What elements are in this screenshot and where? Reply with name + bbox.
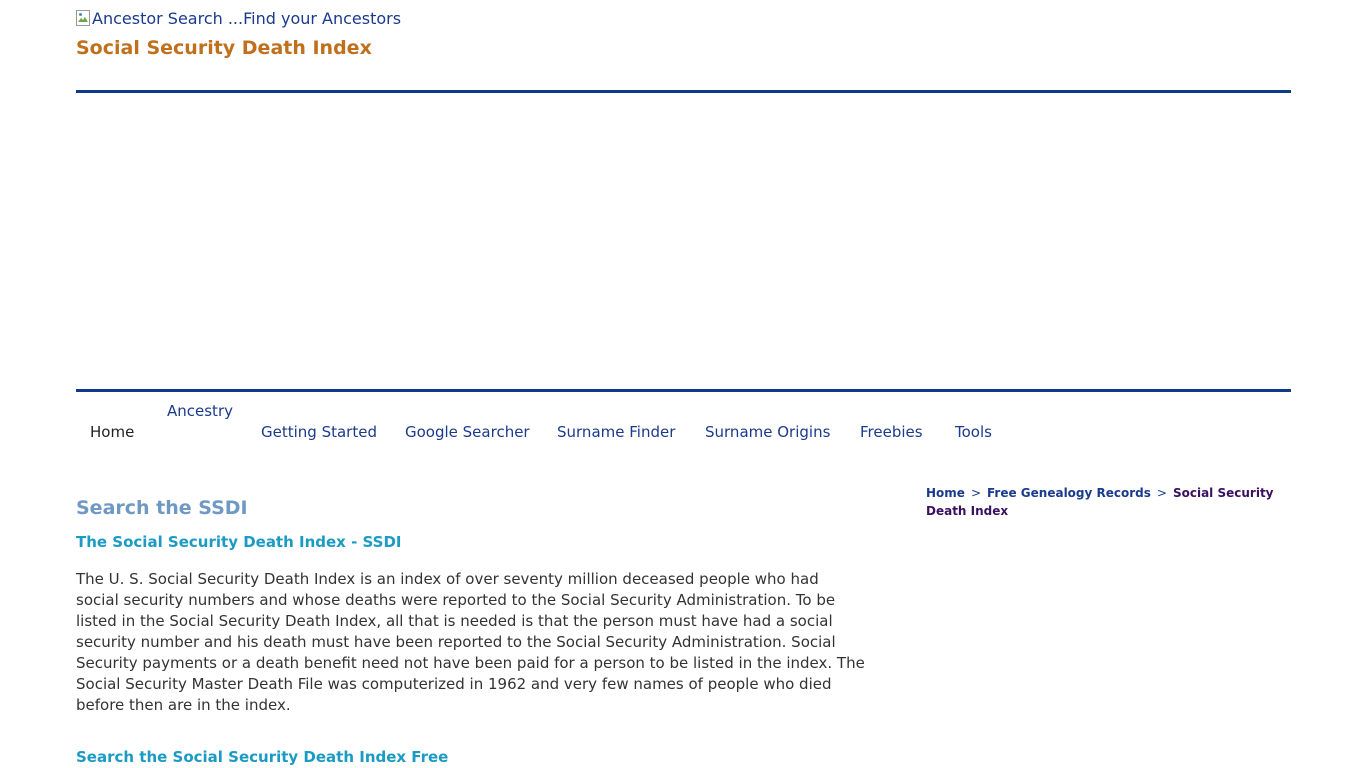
nav-item-home[interactable]: Home <box>90 422 134 443</box>
page: Ancestor Search ...Find your Ancestors S… <box>0 0 1366 768</box>
nav-item-surname-finder[interactable]: Surname Finder <box>557 422 675 443</box>
section-heading-search: Search the Social Security Death Index F… <box>76 748 449 766</box>
site-title: Social Security Death Index <box>76 37 372 59</box>
header-divider <box>76 90 1291 93</box>
logo-link[interactable]: Ancestor Search ...Find your Ancestors <box>76 8 401 30</box>
nav-item-getting-started[interactable]: Getting Started <box>261 422 377 443</box>
intro-paragraph: The U. S. Social Security Death Index is… <box>76 570 865 714</box>
breadcrumb: Home > Free Genealogy Records > Social Secur… <box>926 484 1286 520</box>
main-nav: Home Ancestry Getting Started Google Sea… <box>76 398 1291 448</box>
nav-divider <box>76 389 1291 392</box>
nav-item-ancestry[interactable]: Ancestry <box>167 401 233 422</box>
nav-item-freebies[interactable]: Freebies <box>860 422 923 443</box>
section-heading: The Social Security Death Index - SSDI <box>76 533 402 551</box>
breadcrumb-free-records[interactable]: Free Genealogy Records <box>987 486 1151 500</box>
nav-item-surname-origins[interactable]: Surname Origins <box>705 422 830 443</box>
nav-item-tools[interactable]: Tools <box>955 422 992 443</box>
ad-space <box>76 95 1291 385</box>
breadcrumb-home[interactable]: Home <box>926 486 965 500</box>
broken-image-icon <box>76 10 90 26</box>
breadcrumb-separator: > <box>970 486 981 500</box>
logo-alt-text: Ancestor Search ...Find your Ancestors <box>92 9 402 28</box>
breadcrumb-separator: > <box>1156 486 1167 500</box>
page-heading: Search the SSDI <box>76 497 248 519</box>
nav-item-google-searcher[interactable]: Google Searcher <box>405 422 530 443</box>
